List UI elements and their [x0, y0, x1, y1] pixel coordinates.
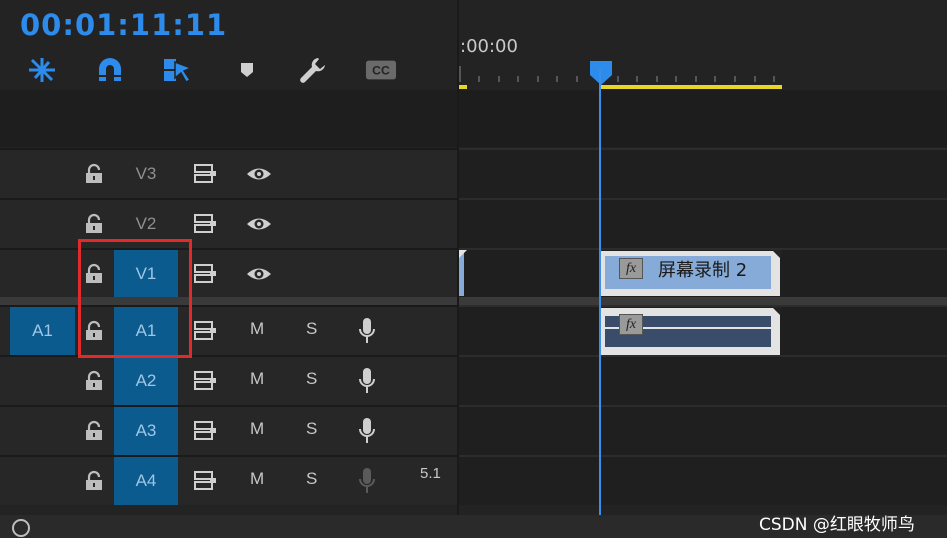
microphone-icon[interactable]: [357, 467, 377, 495]
snap-settings-icon[interactable]: [26, 54, 58, 86]
marker-icon[interactable]: [231, 54, 263, 86]
microphone-icon[interactable]: [357, 367, 377, 395]
mute-button[interactable]: M: [250, 319, 264, 339]
playhead-handle[interactable]: [589, 60, 613, 86]
track-target-a4[interactable]: A4: [114, 457, 178, 505]
lock-icon[interactable]: [83, 470, 105, 492]
ruler-start-time: :00:00: [460, 36, 518, 57]
playhead-timecode[interactable]: 00:01:11:11: [20, 8, 227, 42]
zoom-handle-icon[interactable]: [12, 519, 30, 537]
clip-corner-marker: [459, 250, 467, 258]
clip-end-marker: [772, 250, 781, 259]
video-audio-divider[interactable]: [0, 297, 457, 305]
captions-icon[interactable]: CC: [365, 54, 397, 86]
solo-button[interactable]: S: [306, 319, 317, 339]
track-header-a1[interactable]: A1 A1 M S: [0, 305, 457, 355]
sync-lock-icon[interactable]: [192, 370, 218, 392]
sync-lock-icon[interactable]: [192, 263, 218, 285]
sync-lock-icon[interactable]: [192, 420, 218, 442]
audio-clip[interactable]: fx: [599, 308, 780, 355]
lane-a2[interactable]: [459, 355, 947, 405]
wrench-icon[interactable]: [297, 54, 329, 86]
lane-divider[interactable]: [459, 297, 947, 305]
watermark: CSDN @红眼牧师鸟: [759, 515, 915, 535]
mute-button[interactable]: M: [250, 369, 264, 389]
mute-button[interactable]: M: [250, 419, 264, 439]
captions-label: CC: [372, 64, 390, 78]
lane-a3[interactable]: [459, 405, 947, 455]
work-area-start: [459, 85, 467, 89]
ruler-ticks: [459, 66, 775, 82]
channel-format-label: 5.1: [420, 465, 441, 482]
lock-icon[interactable]: [83, 370, 105, 392]
solo-button[interactable]: S: [306, 369, 317, 389]
playhead-line[interactable]: [599, 70, 601, 515]
lock-icon[interactable]: [83, 420, 105, 442]
eye-icon[interactable]: [246, 263, 272, 285]
lane-v2[interactable]: [459, 198, 947, 248]
sync-lock-icon[interactable]: [192, 213, 218, 235]
sync-lock-icon[interactable]: [192, 163, 218, 185]
eye-icon[interactable]: [246, 163, 272, 185]
panel-separator[interactable]: [457, 0, 459, 538]
track-header-v3[interactable]: V3: [0, 148, 457, 198]
track-header-a3[interactable]: A3 M S: [0, 405, 457, 455]
lock-icon[interactable]: [83, 213, 105, 235]
source-patch-a1[interactable]: A1: [10, 307, 75, 355]
microphone-icon[interactable]: [357, 317, 377, 345]
magnet-icon[interactable]: [94, 54, 126, 86]
microphone-icon[interactable]: [357, 417, 377, 445]
video-clip-title: 屏幕录制 2: [658, 260, 748, 281]
sync-lock-icon[interactable]: [192, 470, 218, 492]
fx-badge[interactable]: fx: [619, 314, 643, 335]
eye-icon[interactable]: [246, 213, 272, 235]
track-target-v3[interactable]: V3: [114, 150, 178, 198]
track-header-a4[interactable]: A4 M S 5.1: [0, 455, 457, 505]
sync-lock-icon[interactable]: [192, 320, 218, 342]
track-header-v1[interactable]: V1: [0, 248, 457, 298]
work-area-bar[interactable]: [600, 85, 782, 89]
lock-icon[interactable]: [83, 163, 105, 185]
track-header-v2[interactable]: V2: [0, 198, 457, 248]
track-header-a2[interactable]: A2 M S: [0, 355, 457, 405]
solo-button[interactable]: S: [306, 469, 317, 489]
highlight-annotation-box: [78, 239, 192, 358]
linked-selection-icon[interactable]: [161, 54, 193, 86]
solo-button[interactable]: S: [306, 419, 317, 439]
track-target-a3[interactable]: A3: [114, 407, 178, 455]
lane-a4[interactable]: [459, 455, 947, 505]
lane-v3[interactable]: [459, 148, 947, 198]
mute-button[interactable]: M: [250, 469, 264, 489]
track-target-a2[interactable]: A2: [114, 357, 178, 405]
fx-badge[interactable]: fx: [619, 258, 643, 279]
track-header-spacer: [0, 90, 457, 147]
timeline-spacer: [459, 90, 947, 147]
clip-end-marker: [772, 307, 781, 316]
